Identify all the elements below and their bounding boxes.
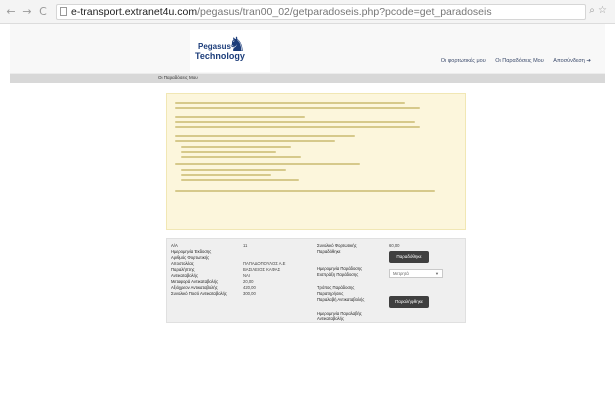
bookmark-star-icon[interactable]: ☆: [598, 5, 607, 16]
pegasus-logo[interactable]: Pegasus Technology ♞: [190, 30, 270, 72]
label-bill-number: Αριθμός Φορτωτικής: [171, 255, 210, 260]
notice-line: [175, 121, 415, 123]
label-cod-transfer: Μεταφορά Αντικαταβολής: [171, 279, 219, 284]
notice-line: [181, 179, 299, 181]
value-sender: ΠΑΠΑΔΟΠΟΥΛΟΣ Α.Ε: [243, 261, 286, 266]
notice-line: [175, 140, 335, 142]
logo-text-1: Pegasus: [198, 42, 231, 51]
nav-my-deliveries[interactable]: Οι Παραδόσεις Μου: [495, 58, 544, 64]
label-notes: Παρατηρήσεις: [317, 291, 344, 296]
reload-icon[interactable]: C: [36, 5, 50, 19]
label-cod-total: Συνολικό Ποσό Αντικαταβολής: [171, 291, 227, 296]
notice-line: [175, 102, 405, 104]
toolbar-icons: ⌕ ☆: [589, 5, 607, 16]
breadcrumb-label: Οι Παραδόσεις Μου: [158, 75, 198, 80]
breadcrumb: Οι Παραδόσεις Μου: [10, 74, 605, 83]
value-bill-total: 60,00: [389, 243, 400, 248]
chevron-down-icon: ▼: [435, 271, 439, 276]
site-nav: Οι φορτωτικές μου Οι Παραδόσεις Μου Αποσ…: [433, 58, 591, 64]
value-recipient: ΒΑΣΙΛΕΙΟΣ ΚΑΦΑΣ: [243, 267, 281, 272]
notice-line: [181, 151, 276, 153]
notice-line: [181, 156, 301, 158]
notice-line: [175, 116, 305, 118]
browser-toolbar: ← → C e-transport.extranet4u.com/pegasus…: [0, 0, 615, 24]
label-sender: Αποστολέας: [171, 261, 194, 266]
notice-line: [175, 190, 435, 192]
nav-my-bills[interactable]: Οι φορτωτικές μου: [441, 58, 486, 64]
url-path: /pegasus/tran00_02/getparadoseis.php?pco…: [197, 6, 492, 18]
label-aa: Α/Α: [171, 243, 178, 248]
payment-select-value: Μετρητά: [393, 271, 409, 276]
notice-line: [175, 135, 355, 137]
notice-line: [175, 126, 420, 128]
value-cod-total: 300,00: [243, 291, 256, 296]
delivery-form: Α/Α Ημερομηνία Έκδοσης Αριθμός Φορτωτική…: [166, 238, 466, 323]
payment-select[interactable]: Μετρητά ▼: [389, 269, 443, 278]
page-icon: [60, 7, 67, 16]
label-cod-worth: Αξιόχρεον Αντικαταβολής: [171, 285, 218, 290]
label-delivery-collection: Εισπράξη Παράδοσης: [317, 272, 359, 277]
value-aa: 11: [243, 243, 248, 248]
label-issue-date: Ημερομηνία Έκδοσης: [171, 249, 212, 254]
label-receipt-cod: Αντικαταβολής: [317, 316, 344, 321]
address-bar[interactable]: e-transport.extranet4u.com/pegasus/tran0…: [56, 4, 586, 20]
value-cod: ΝΑΙ: [243, 273, 250, 278]
label-delivery-method: Τρόπος Παράδοσης: [317, 285, 355, 290]
notice-line: [175, 163, 360, 165]
url-host: e-transport.extranet4u.com: [71, 6, 198, 18]
received-button[interactable]: Παραλήφθηκε: [389, 296, 429, 308]
forward-icon[interactable]: →: [20, 5, 34, 19]
pegasus-icon: ♞: [228, 32, 246, 56]
value-cod-transfer: 20,00: [243, 279, 254, 284]
delivered-button[interactable]: Παραδόθηκε: [389, 251, 429, 263]
zoom-icon[interactable]: ⌕: [589, 5, 595, 16]
label-delivery-date: Ημερομηνία Παράδοσης: [317, 266, 363, 271]
label-cod-receipt: Παραλαβή Αντικαταβολής: [317, 297, 365, 302]
label-delivered: Παραδόθηκε: [317, 249, 341, 254]
site-header: Pegasus Technology ♞ Οι φορτωτικές μου Ο…: [10, 24, 605, 74]
nav-logout[interactable]: Αποσύνδεση ➔: [553, 58, 591, 64]
label-bill-total: Συνολικό Φορτωτικής: [317, 243, 357, 248]
label-recipient: Παραλήπτης: [171, 267, 195, 272]
back-icon[interactable]: ←: [4, 5, 18, 19]
notice-line: [175, 107, 420, 109]
notice-line: [181, 146, 291, 148]
notice-box: [166, 93, 466, 230]
label-cod: Αντικαταβολής: [171, 273, 198, 278]
notice-line: [181, 169, 286, 171]
notice-line: [181, 174, 271, 176]
value-cod-worth: 420,00: [243, 285, 256, 290]
